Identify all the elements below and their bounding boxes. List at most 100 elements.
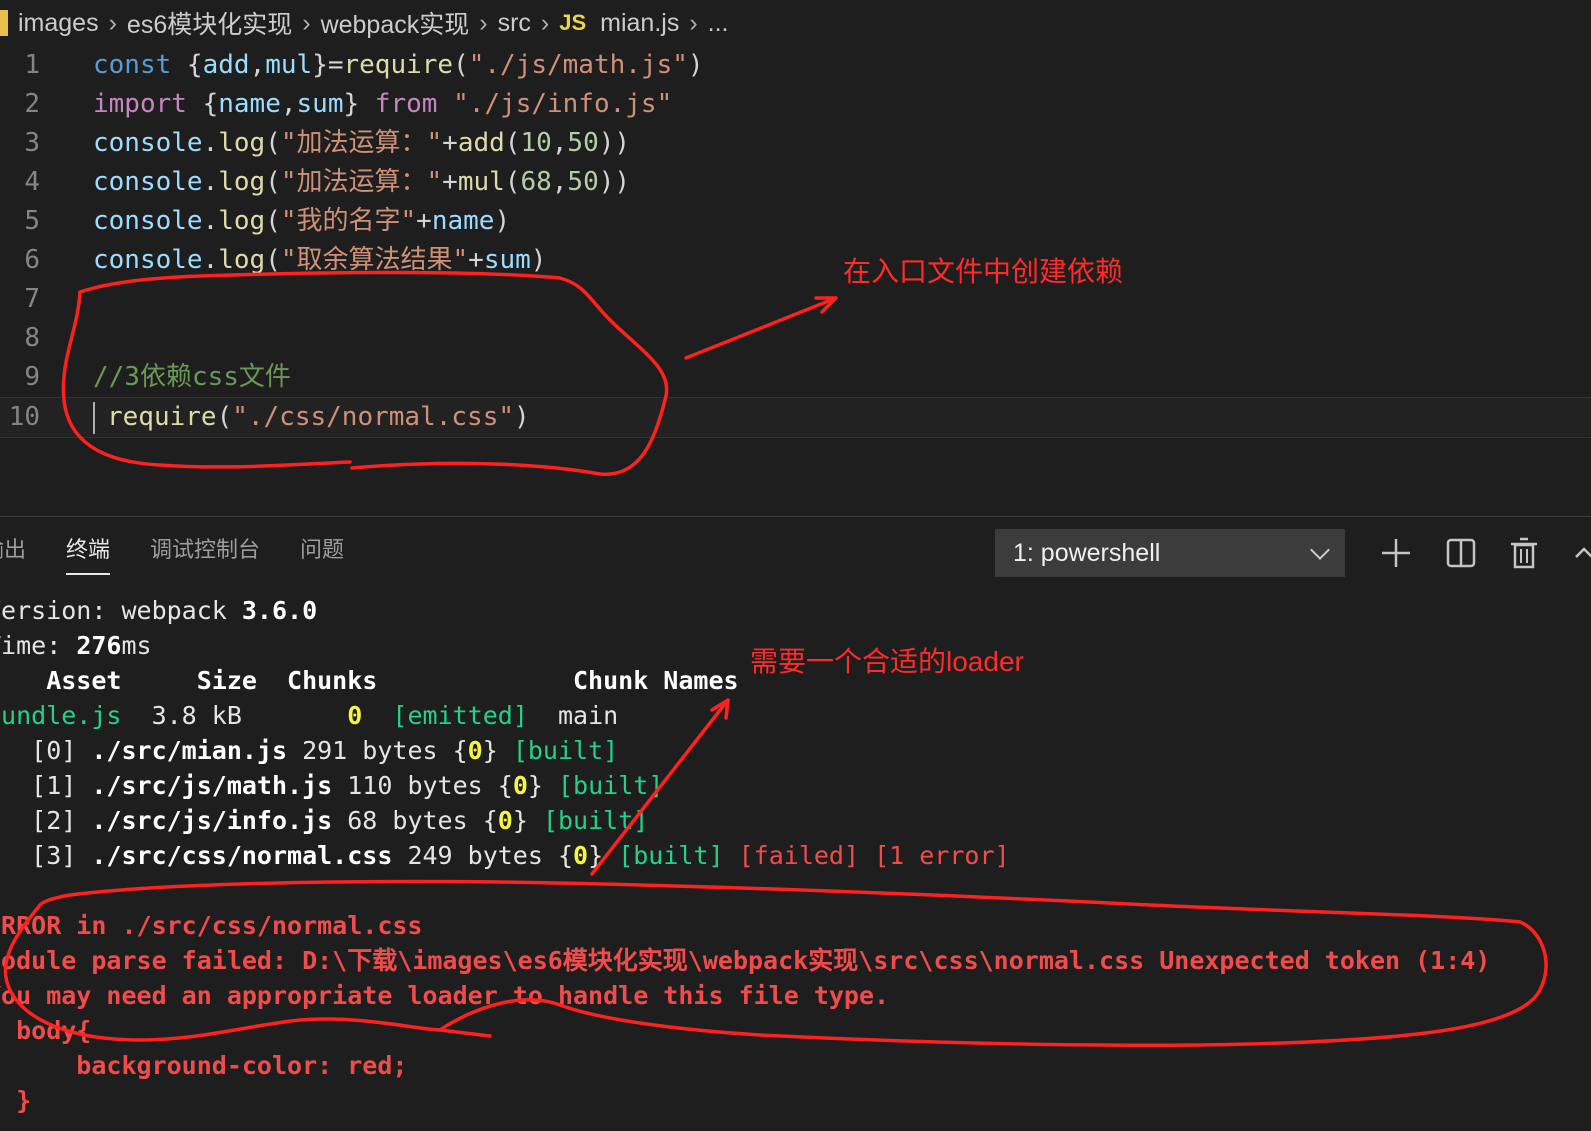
code-line[interactable]: 4 console.log("加法运算："+mul(68,50))	[0, 163, 1591, 202]
code-token: +	[442, 128, 458, 158]
code-token: "./css/normal.css"	[232, 402, 514, 432]
code-token: .	[202, 206, 219, 236]
code-token: ,	[280, 89, 297, 119]
code-token: +	[416, 206, 432, 236]
code-token: console	[93, 245, 203, 275]
code-token: require	[343, 50, 454, 80]
code-token: ,	[249, 50, 266, 80]
terminal-line: Asset Size Chunks Chunk Names	[0, 663, 738, 698]
code-token: 10	[520, 128, 552, 158]
split-terminal-icon[interactable]	[1443, 535, 1479, 571]
terminal-text: main	[527, 701, 619, 730]
code-line[interactable]: 2 import {name,sum} from "./js/info.js"	[0, 85, 1591, 124]
code-token: )	[687, 50, 704, 80]
code-token: (	[265, 167, 281, 197]
chevron-right-icon: ›	[479, 8, 488, 37]
code-token: mul	[457, 167, 505, 197]
code-token: }	[343, 89, 375, 119]
terminal-text: ERROR in ./src/css/normal.css	[0, 911, 423, 940]
code-token: }=	[312, 50, 344, 80]
tab-terminal[interactable]: 终端	[46, 517, 130, 583]
chevron-right-icon: ›	[689, 8, 698, 37]
code-line[interactable]: 8	[0, 319, 1591, 358]
code-line[interactable]: 1 const {add,mul}=require("./js/math.js")	[0, 46, 1591, 85]
code-token: ))	[598, 167, 631, 197]
terminal-text: bundle.js	[0, 701, 122, 730]
terminal-text: 291 bytes {	[287, 736, 468, 765]
plus-icon[interactable]	[1378, 535, 1414, 571]
code-token: add	[457, 128, 505, 158]
code-token: console	[93, 167, 203, 197]
code-token: .	[202, 167, 219, 197]
code-token: {	[171, 50, 203, 80]
terminal-text: 0	[573, 841, 589, 870]
code-token: .	[202, 128, 219, 158]
tab-debug-console[interactable]: 调试控制台	[130, 517, 280, 583]
terminal-line: | body{	[0, 1013, 91, 1048]
breadcrumb-item[interactable]: es6模块化实现	[127, 5, 292, 41]
code-text: import {name,sum} from "./js/info.js"	[93, 85, 672, 124]
code-token: console	[93, 128, 203, 158]
breadcrumb-item[interactable]: images	[18, 9, 99, 38]
code-token: const	[93, 50, 172, 80]
terminal-line: Version: webpack 3.6.0	[0, 593, 317, 628]
breadcrumb-more[interactable]: ...	[708, 9, 729, 38]
terminal-select[interactable]: 1: powershell	[995, 529, 1345, 577]
code-editor[interactable]: 1 const {add,mul}=require("./js/math.js")…	[0, 46, 1591, 516]
code-line[interactable]: 9 //3依赖css文件	[0, 358, 1591, 397]
code-token: "./js/info.js"	[453, 89, 673, 119]
terminal-text: You may need an appropriate loader to ha…	[0, 981, 890, 1010]
code-token: )	[514, 402, 530, 432]
code-token: 50	[567, 167, 599, 197]
code-token: "./js/math.js"	[468, 50, 688, 80]
terminal-line: Time: 276ms	[0, 628, 152, 663]
terminal-text: }	[527, 771, 558, 800]
line-number: 9	[24, 362, 40, 392]
code-line[interactable]: 3 console.log("加法运算："+add(10,50))	[0, 124, 1591, 163]
terminal-text: Module parse failed: D:\下载\images\es6模块化…	[0, 946, 1491, 975]
bottom-panel: 输出 终端 调试控制台 问题 1: powershell Version: we…	[0, 516, 1591, 1131]
terminal-text: [emitted]	[392, 701, 528, 730]
code-text: const {add,mul}=require("./js/math.js")	[93, 46, 704, 85]
terminal-text: ./src/css/normal.css	[91, 841, 393, 870]
code-text: console.log("取余算法结果"+sum)	[93, 241, 546, 280]
code-line[interactable]: 6 console.log("取余算法结果"+sum)	[0, 241, 1591, 280]
code-token: add	[202, 50, 250, 80]
terminal-text: [0]	[31, 736, 77, 765]
code-token: {	[186, 89, 219, 119]
breadcrumb-item[interactable]: src	[498, 9, 531, 38]
code-text: console.log("加法运算："+mul(68,50))	[93, 163, 630, 202]
line-number: 3	[24, 128, 40, 158]
terminal-text: 0	[512, 771, 528, 800]
chevron-up-icon[interactable]	[1572, 535, 1591, 571]
code-token: +	[442, 167, 458, 197]
chevron-down-icon	[1310, 540, 1330, 560]
code-token: sum	[483, 245, 531, 275]
code-token: (	[504, 128, 521, 158]
trash-icon[interactable]	[1506, 535, 1542, 571]
breadcrumb-file[interactable]: mian.js	[600, 9, 679, 38]
chevron-right-icon: ›	[540, 8, 550, 37]
code-line[interactable]: 7	[0, 280, 1591, 319]
terminal-text: [built]	[557, 771, 664, 800]
tab-output[interactable]: 输出	[0, 517, 46, 583]
line-number: 8	[24, 323, 40, 353]
code-line[interactable]: 10 require("./css/normal.css")	[0, 397, 1591, 438]
code-token: import	[93, 89, 187, 119]
terminal-line: | }	[0, 1083, 31, 1118]
code-token: (	[265, 128, 281, 158]
code-token: name	[218, 89, 281, 119]
terminal-text: [3]	[31, 841, 77, 870]
tab-problems[interactable]: 问题	[280, 517, 364, 583]
code-token: log	[218, 167, 266, 197]
chevron-right-icon: ›	[108, 8, 117, 37]
terminal-text: 0	[347, 701, 363, 730]
terminal-text: Time:	[0, 631, 62, 660]
line-number: 1	[24, 50, 40, 80]
code-line[interactable]: 5 console.log("我的名字"+name)	[0, 202, 1591, 241]
terminal-line: [1] ./src/js/math.js 110 bytes {0} [buil…	[0, 768, 663, 803]
breadcrumb-item[interactable]: webpack实现	[321, 5, 470, 41]
terminal-text: ./src/mian.js	[91, 736, 288, 765]
